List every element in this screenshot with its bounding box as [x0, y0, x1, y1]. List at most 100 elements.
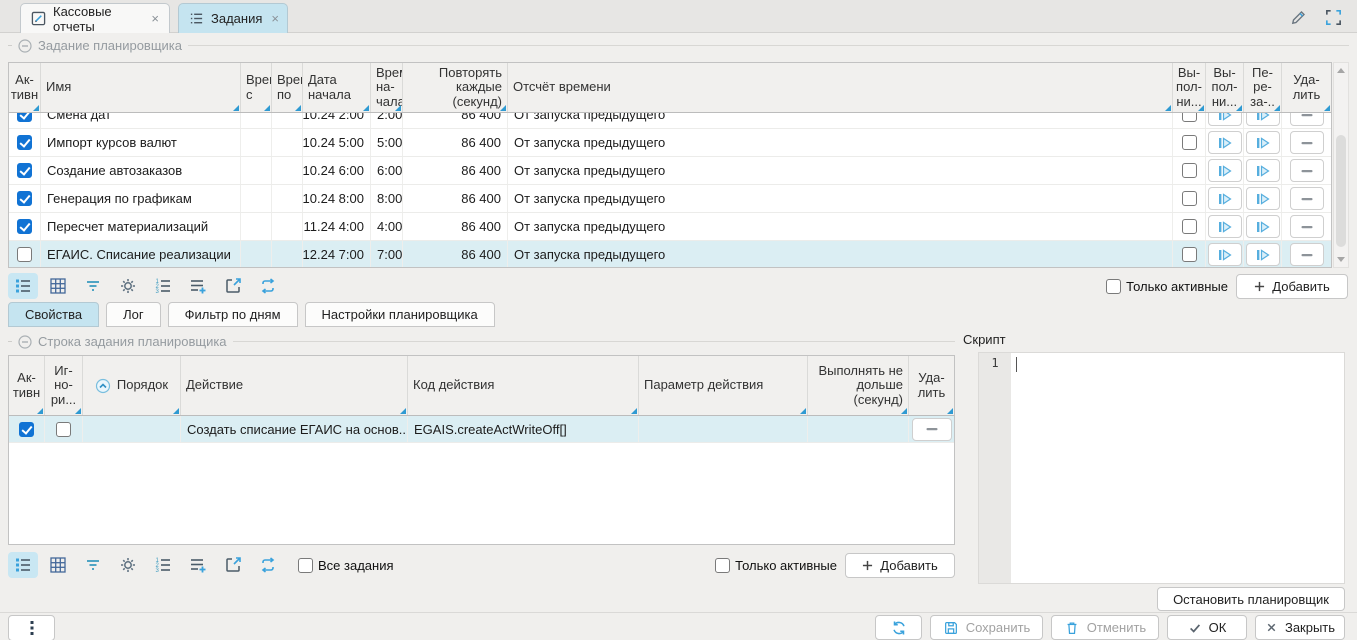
- restart-button[interactable]: [1246, 215, 1280, 238]
- close-icon[interactable]: ×: [151, 11, 159, 26]
- restart-button[interactable]: [1246, 159, 1280, 182]
- collapse-icon[interactable]: [18, 335, 32, 349]
- only-active-checkbox[interactable]: [715, 558, 730, 573]
- all-tasks-checkbox[interactable]: [298, 558, 313, 573]
- ignore-checkbox[interactable]: [56, 422, 71, 437]
- col-order[interactable]: Порядок: [83, 356, 181, 415]
- settings-gear-icon[interactable]: [113, 552, 143, 578]
- task-row[interactable]: Создание автозаказов 09.10.24 6:00 6:00 …: [9, 157, 1331, 185]
- only-active-filter[interactable]: Только активные: [715, 558, 837, 573]
- run-button[interactable]: [1208, 243, 1242, 266]
- add-list-icon[interactable]: [183, 273, 213, 299]
- delete-button[interactable]: [1290, 113, 1324, 126]
- save-button[interactable]: Сохранить: [930, 615, 1043, 640]
- col-action[interactable]: Действие: [181, 356, 408, 415]
- delete-button[interactable]: [1290, 215, 1324, 238]
- ok-button[interactable]: ОК: [1167, 615, 1247, 640]
- active-checkbox[interactable]: [17, 247, 32, 262]
- task-row[interactable]: Генерация по графикам 09.10.24 8:00 8:00…: [9, 185, 1331, 213]
- task-line-row[interactable]: Создать списание ЕГАИС на основ... EGAIS…: [9, 416, 954, 443]
- restart-button[interactable]: [1246, 243, 1280, 266]
- col-delete[interactable]: Уда- лить: [909, 356, 954, 415]
- executed-checkbox[interactable]: [1182, 219, 1197, 234]
- col-active[interactable]: Ак- тивн: [9, 356, 45, 415]
- col-active[interactable]: Ак- тивн: [9, 63, 41, 112]
- tab-tasks[interactable]: Задания ×: [178, 3, 288, 33]
- scroll-down-arrow[interactable]: [1337, 257, 1345, 262]
- col-restart[interactable]: Пе- ре- за-..: [1244, 63, 1282, 112]
- stop-scheduler-button[interactable]: Остановить планировщик: [1157, 587, 1345, 611]
- run-button[interactable]: [1208, 131, 1242, 154]
- col-executed2[interactable]: Вы- пол- ни...: [1206, 63, 1244, 112]
- col-time-origin[interactable]: Отсчёт времени: [508, 63, 1173, 112]
- col-delete[interactable]: Уда- лить: [1282, 63, 1331, 112]
- add-line-button[interactable]: Добавить: [845, 553, 955, 578]
- filter-icon[interactable]: [78, 273, 108, 299]
- col-start-time[interactable]: Врем на- чала: [371, 63, 403, 112]
- restart-button[interactable]: [1246, 131, 1280, 154]
- active-checkbox[interactable]: [17, 113, 32, 122]
- active-checkbox[interactable]: [17, 219, 32, 234]
- col-time-to[interactable]: Врем по: [272, 63, 303, 112]
- tab-scheduler-settings[interactable]: Настройки планировщика: [305, 302, 495, 327]
- delete-button[interactable]: [1290, 243, 1324, 266]
- tab-properties[interactable]: Свойства: [8, 302, 99, 327]
- delete-button[interactable]: [912, 418, 952, 441]
- col-action-param[interactable]: Параметр действия: [639, 356, 808, 415]
- script-editor[interactable]: 1: [978, 352, 1345, 584]
- delete-button[interactable]: [1290, 131, 1324, 154]
- open-external-icon[interactable]: [218, 273, 248, 299]
- collapse-icon[interactable]: [18, 39, 32, 53]
- numbered-list-icon[interactable]: 123: [148, 552, 178, 578]
- menu-button[interactable]: [8, 615, 55, 640]
- col-name[interactable]: Имя: [41, 63, 241, 112]
- open-external-icon[interactable]: [218, 552, 248, 578]
- executed-checkbox[interactable]: [1182, 247, 1197, 262]
- col-start-date[interactable]: Дата начала: [303, 63, 371, 112]
- run-button[interactable]: [1208, 159, 1242, 182]
- restart-button[interactable]: [1246, 113, 1280, 126]
- active-checkbox[interactable]: [17, 163, 32, 178]
- scroll-up-arrow[interactable]: [1337, 68, 1345, 73]
- only-active-checkbox[interactable]: [1106, 279, 1121, 294]
- active-checkbox[interactable]: [19, 422, 34, 437]
- active-checkbox[interactable]: [17, 191, 32, 206]
- numbered-list-icon[interactable]: 123: [148, 273, 178, 299]
- settings-gear-icon[interactable]: [113, 273, 143, 299]
- executed-checkbox[interactable]: [1182, 135, 1197, 150]
- col-max-duration[interactable]: Выполнять не дольше (секунд): [808, 356, 909, 415]
- filter-icon[interactable]: [78, 552, 108, 578]
- close-button[interactable]: Закрыть: [1255, 615, 1345, 640]
- all-tasks-filter[interactable]: Все задания: [298, 558, 394, 573]
- cancel-button[interactable]: Отменить: [1051, 615, 1159, 640]
- executed-checkbox[interactable]: [1182, 191, 1197, 206]
- active-checkbox[interactable]: [17, 135, 32, 150]
- scroll-thumb[interactable]: [1336, 135, 1346, 247]
- restart-button[interactable]: [1246, 187, 1280, 210]
- col-action-code[interactable]: Код действия: [408, 356, 639, 415]
- executed-checkbox[interactable]: [1182, 163, 1197, 178]
- run-button[interactable]: [1208, 113, 1242, 126]
- col-time-from[interactable]: Врем с: [241, 63, 272, 112]
- task-row[interactable]: Пересчет материализаций 14.11.24 4:00 4:…: [9, 213, 1331, 241]
- edit-pencil-icon[interactable]: [1289, 7, 1309, 27]
- task-row[interactable]: Смена дат 09.10.24 2:00 2:00 86 400 От з…: [9, 113, 1331, 129]
- add-list-icon[interactable]: [183, 552, 213, 578]
- delete-button[interactable]: [1290, 187, 1324, 210]
- executed-checkbox[interactable]: [1182, 113, 1197, 122]
- reload-loop-icon[interactable]: [253, 273, 283, 299]
- col-ignore[interactable]: Иг- но- ри...: [45, 356, 83, 415]
- tab-log[interactable]: Лог: [106, 302, 161, 327]
- col-repeat-every[interactable]: Повторять каждые (секунд): [403, 63, 508, 112]
- vertical-scrollbar[interactable]: [1333, 62, 1349, 268]
- run-button[interactable]: [1208, 187, 1242, 210]
- task-row[interactable]: Импорт курсов валют 09.10.24 5:00 5:00 8…: [9, 129, 1331, 157]
- tab-cash-reports[interactable]: Кассовые отчеты ×: [20, 3, 170, 33]
- table-view-icon[interactable]: [43, 552, 73, 578]
- maximize-icon[interactable]: [1324, 8, 1343, 27]
- run-button[interactable]: [1208, 215, 1242, 238]
- add-task-button[interactable]: Добавить: [1236, 274, 1348, 299]
- table-view-icon[interactable]: [43, 273, 73, 299]
- detail-view-icon[interactable]: [8, 273, 38, 299]
- only-active-filter[interactable]: Только активные: [1106, 279, 1228, 294]
